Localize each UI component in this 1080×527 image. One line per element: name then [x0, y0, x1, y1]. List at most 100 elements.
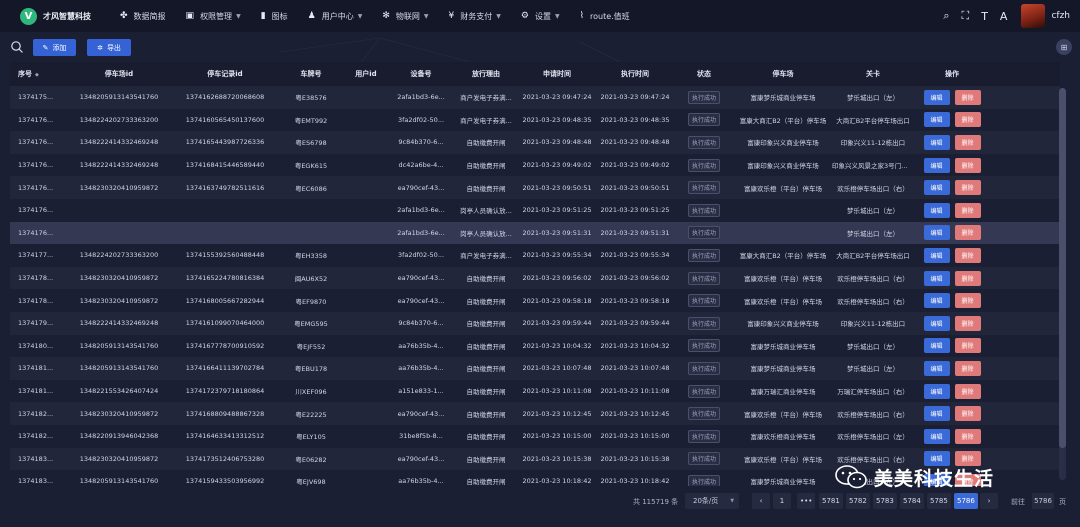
- delete-button[interactable]: 删除: [954, 383, 981, 399]
- page-size-select[interactable]: 20条/页 ▼: [685, 493, 739, 509]
- brand-logo[interactable]: V 才风智慧科技: [20, 7, 120, 25]
- edit-button[interactable]: 编辑: [923, 225, 950, 241]
- table-cell: 商户发电子券满...: [460, 116, 512, 125]
- edit-button[interactable]: 编辑: [923, 406, 950, 422]
- edit-button[interactable]: 编辑: [923, 383, 950, 399]
- table-row[interactable]: 1374181... 1348221553426407424 13741723797…: [10, 379, 1060, 403]
- table-row[interactable]: 1374176... 1348222414332469248 13741684154…: [10, 153, 1060, 177]
- delete-button[interactable]: 删除: [954, 338, 981, 354]
- delete-button[interactable]: 删除: [954, 247, 981, 263]
- page-button[interactable]: 1: [773, 493, 791, 509]
- delete-button[interactable]: 删除: [954, 360, 981, 376]
- delete-button[interactable]: 删除: [954, 315, 981, 331]
- fullscreen-icon[interactable]: ⛶: [961, 9, 969, 23]
- prev-page-button[interactable]: ‹: [752, 493, 770, 509]
- table-cell: 粤EC6086: [295, 184, 327, 193]
- edit-button[interactable]: 编辑: [923, 202, 950, 218]
- user-icon: ♟: [307, 11, 316, 21]
- column-header[interactable]: 序号 ◆: [10, 69, 66, 79]
- delete-button[interactable]: 删除: [954, 293, 981, 309]
- page-button[interactable]: 5784: [900, 493, 924, 509]
- nav-item-2[interactable]: ▮ 图标: [261, 11, 288, 22]
- delete-button[interactable]: 删除: [954, 134, 981, 150]
- delete-button[interactable]: 删除: [954, 270, 981, 286]
- sort-icon[interactable]: ◆: [35, 72, 39, 78]
- export-button[interactable]: ✲ 导出: [87, 39, 131, 56]
- avatar[interactable]: [1021, 4, 1046, 28]
- page-button[interactable]: 5785: [927, 493, 951, 509]
- table-cell: 富康欢乐橙（平台）停车场: [744, 184, 822, 193]
- edit-button[interactable]: 编辑: [923, 293, 950, 309]
- status-badge: 执行成功: [687, 474, 720, 486]
- delete-button[interactable]: 删除: [954, 406, 981, 422]
- delete-button[interactable]: 删除: [954, 180, 981, 196]
- table-row[interactable]: 1374182... 1348230320410959872 13741688094…: [10, 402, 1060, 425]
- nav-item-6[interactable]: ⚙ 设置 ▼: [521, 11, 560, 22]
- username[interactable]: cfzh: [1051, 11, 1070, 21]
- vertical-scrollbar[interactable]: [1059, 88, 1066, 480]
- table-row[interactable]: 1374180... 1348205913143541760 13741677787…: [10, 334, 1060, 358]
- edit-button[interactable]: 编辑: [923, 89, 950, 105]
- more-pages-icon[interactable]: •••: [797, 493, 816, 509]
- font-size-icon[interactable]: T: [981, 10, 988, 23]
- nav-item-1[interactable]: ▣ 权限管理 ▼: [186, 11, 241, 22]
- nav-item-label: 权限管理: [200, 11, 233, 21]
- table-cell: 1348230320410959872: [79, 409, 159, 418]
- table-row[interactable]: 1374176... 1348222414332469248 13741654439…: [10, 131, 1060, 154]
- page-button[interactable]: 5786: [954, 493, 978, 509]
- edit-button[interactable]: 编辑: [923, 360, 950, 376]
- scrollbar-thumb[interactable]: [1059, 88, 1066, 448]
- edit-button[interactable]: 编辑: [923, 157, 950, 173]
- nav-item-3[interactable]: ♟ 用户中心 ▼: [308, 11, 363, 22]
- table-row[interactable]: 1374176... 2afa1bd3-6e... 岗亭人员确认放... 2021-0…: [10, 198, 1060, 222]
- table-cell: 1348205913143541760: [79, 93, 159, 102]
- table-row[interactable]: 1374176... 1348230320410959872 13741637497…: [10, 176, 1060, 199]
- page-button[interactable]: 5783: [873, 493, 897, 509]
- nav-item-7[interactable]: ⌇ route.值班: [580, 11, 630, 22]
- edit-button[interactable]: 编辑: [923, 180, 950, 196]
- table-cell: 粤EJV698: [296, 478, 326, 486]
- edit-button[interactable]: 编辑: [923, 428, 950, 444]
- table-row[interactable]: 1374175... 1348205913143541760 13741626887…: [10, 86, 1060, 109]
- table-cell: 执行成功: [674, 113, 734, 127]
- table-cell: 执行成功: [674, 90, 734, 104]
- goto-page-input[interactable]: 5786: [1032, 493, 1054, 509]
- nav-item-5[interactable]: ¥ 财务支付 ▼: [449, 11, 501, 22]
- table-row[interactable]: 1374181... 1348205913143541760 13741664111…: [10, 357, 1060, 380]
- column-settings-icon[interactable]: ⊞: [1056, 39, 1072, 55]
- table-row[interactable]: 1374177... 1348224202733363200 13741553925…: [10, 244, 1060, 267]
- edit-button[interactable]: 编辑: [923, 134, 950, 150]
- table-cell: 梦乐城出口（左）: [847, 94, 899, 103]
- translate-icon[interactable]: A: [1000, 10, 1008, 23]
- search-icon[interactable]: ⌕: [943, 9, 949, 23]
- nav-item-0[interactable]: ✤ 数据简报: [120, 11, 166, 22]
- table-row[interactable]: 1374176... 2afa1bd3-6e... 岗亭人员确认放... 2021-0…: [10, 221, 1060, 245]
- delete-button[interactable]: 删除: [954, 428, 981, 444]
- edit-button[interactable]: 编辑: [923, 315, 950, 331]
- table-row[interactable]: 1374178... 1348230320410959872 13741680056…: [10, 289, 1060, 312]
- edit-button[interactable]: 编辑: [923, 338, 950, 354]
- delete-button[interactable]: 删除: [954, 202, 981, 218]
- nav-item-4[interactable]: ✻ 物联网 ▼: [382, 11, 428, 22]
- page-button[interactable]: 5781: [819, 493, 843, 509]
- edit-button[interactable]: 编辑: [923, 247, 950, 263]
- delete-button[interactable]: 删除: [954, 225, 981, 241]
- table-row[interactable]: 1374182... 1348220913946042368 13741646334…: [10, 424, 1060, 448]
- delete-button[interactable]: 删除: [954, 89, 981, 105]
- table-row[interactable]: 1374176... 1348224202733363200 13741605654…: [10, 108, 1060, 132]
- table-cell: 粤ES6798: [295, 139, 327, 148]
- page-button[interactable]: 5782: [846, 493, 870, 509]
- table-row[interactable]: 1374178... 1348230320410959872 13741652247…: [10, 266, 1060, 290]
- delete-button[interactable]: 删除: [954, 112, 981, 128]
- search-toggle-icon[interactable]: [10, 40, 24, 54]
- chevron-down-icon: ▼: [730, 498, 735, 504]
- table-cell: 2021-03-23 09:48:48: [522, 138, 592, 147]
- table-cell: 富康欢乐橙（平台）停车场: [744, 297, 822, 306]
- table-row[interactable]: 1374179... 1348222414332469248 13741610990…: [10, 311, 1060, 335]
- delete-button[interactable]: 删除: [954, 157, 981, 173]
- edit-button[interactable]: 编辑: [923, 270, 950, 286]
- next-page-button[interactable]: ›: [980, 493, 998, 509]
- edit-button[interactable]: 编辑: [923, 112, 950, 128]
- add-button[interactable]: ✎ 添加: [33, 39, 76, 56]
- column-header-label: 状态: [697, 70, 711, 78]
